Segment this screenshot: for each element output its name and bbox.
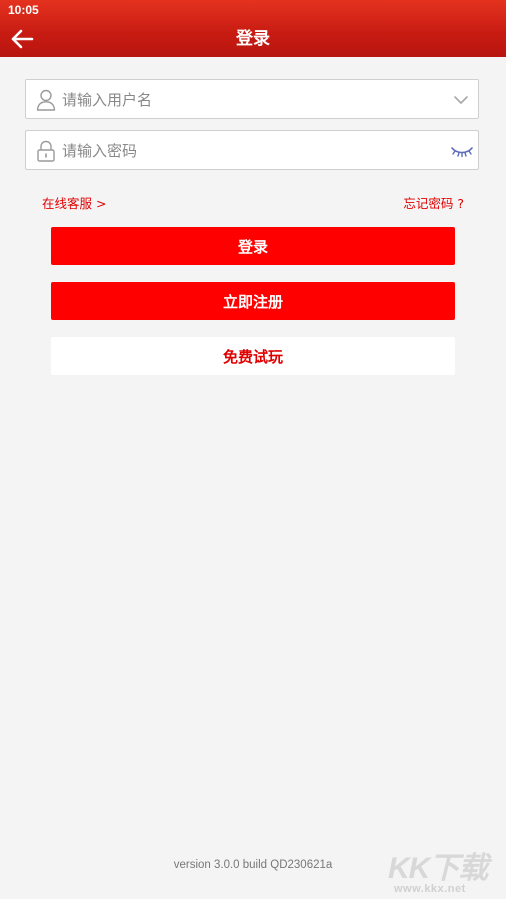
lock-icon bbox=[37, 140, 55, 162]
login-button[interactable]: 登录 bbox=[51, 227, 455, 265]
app-header: 10:05 登录 bbox=[0, 0, 506, 57]
eye-closed-icon[interactable] bbox=[450, 142, 474, 160]
username-input[interactable] bbox=[60, 80, 444, 120]
status-time: 10:05 bbox=[8, 3, 39, 17]
page-title: 登录 bbox=[236, 29, 270, 49]
forgot-password-link[interactable]: 忘记密码 ? bbox=[403, 193, 464, 212]
password-input[interactable] bbox=[60, 131, 444, 171]
free-trial-button[interactable]: 免费试玩 bbox=[51, 337, 455, 375]
user-icon bbox=[36, 89, 56, 111]
watermark-url: www.kkx.net bbox=[394, 883, 466, 895]
watermark-logo: KK下载 www.kkx.net bbox=[388, 843, 500, 897]
password-field[interactable] bbox=[25, 130, 479, 171]
watermark-logo-text: KK下载 bbox=[388, 852, 488, 885]
register-button[interactable]: 立即注册 bbox=[51, 282, 455, 320]
chevron-down-icon[interactable] bbox=[452, 91, 470, 109]
username-field[interactable] bbox=[25, 79, 479, 120]
online-service-link[interactable]: 在线客服 > bbox=[42, 193, 106, 212]
